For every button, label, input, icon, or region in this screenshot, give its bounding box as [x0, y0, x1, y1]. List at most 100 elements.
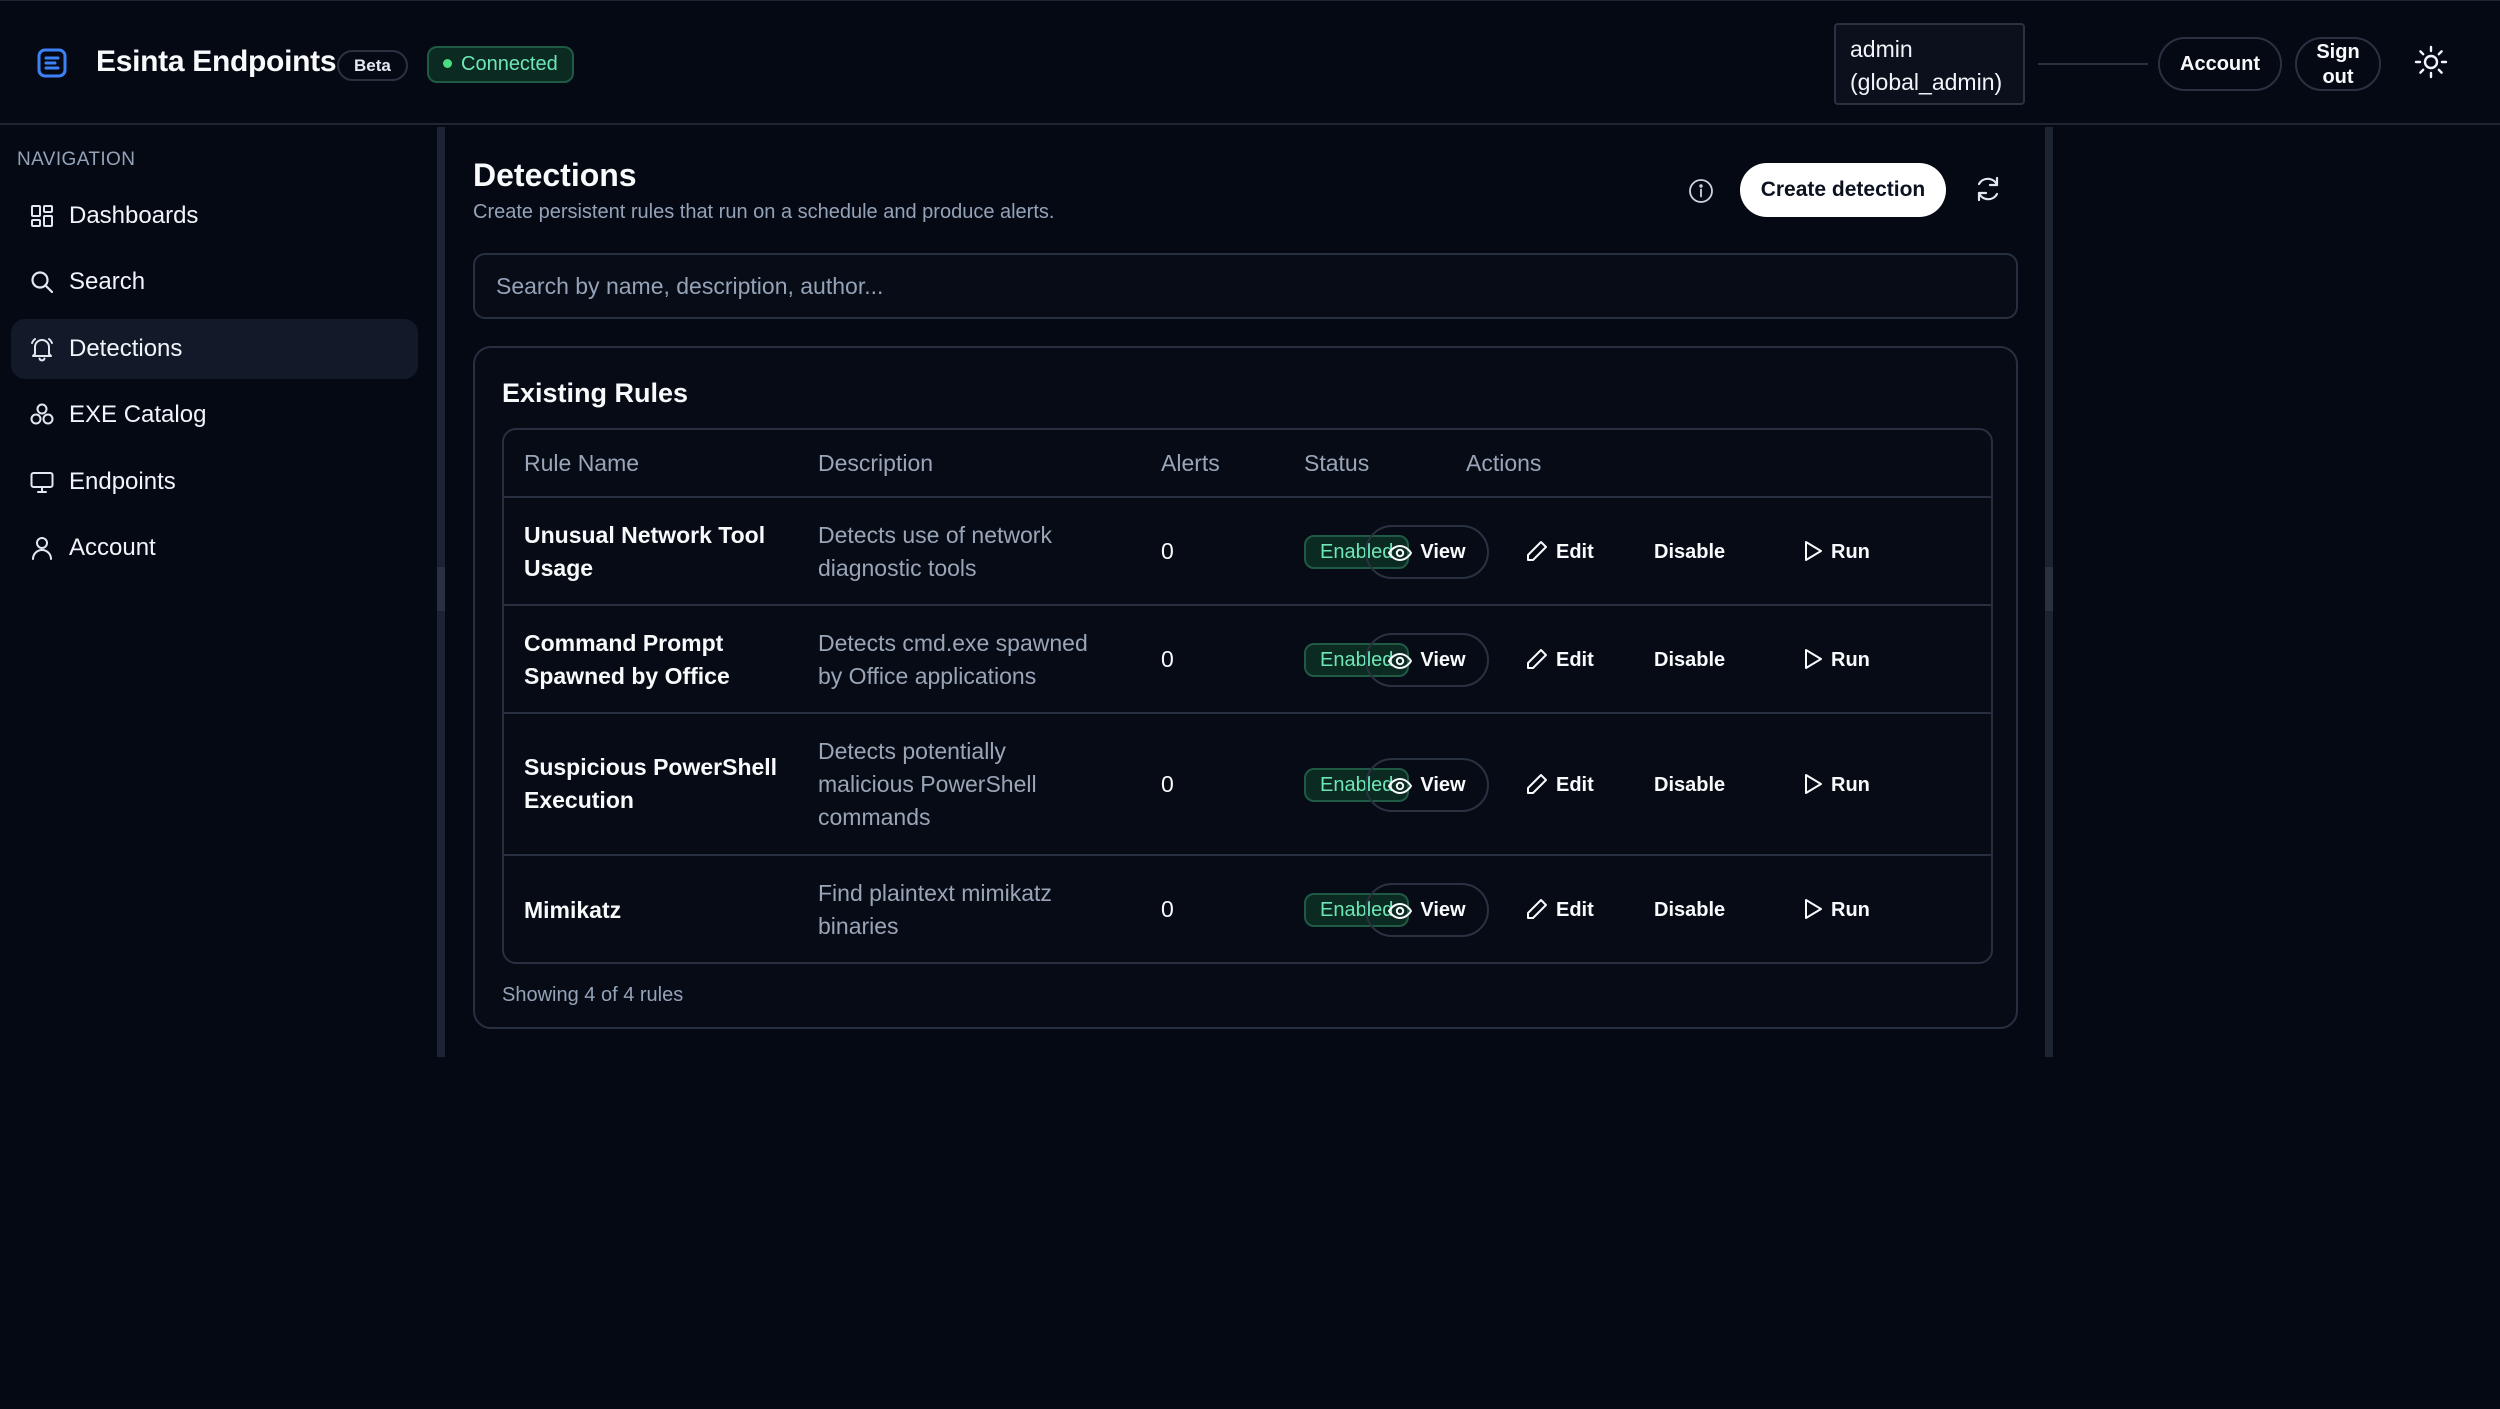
eye-icon [1388, 902, 1413, 919]
header-divider [2038, 63, 2148, 65]
run-button[interactable]: Run [1802, 645, 1870, 675]
play-icon [1805, 649, 1822, 669]
column-header-alerts[interactable]: Alerts [1161, 450, 1220, 477]
view-label: View [1420, 540, 1466, 563]
sidebar-item-label: Search [69, 268, 146, 295]
edit-button[interactable]: Edit [1525, 895, 1594, 925]
account-button[interactable]: Account [2158, 37, 2282, 91]
disable-button[interactable]: Disable [1654, 645, 1725, 675]
description-line: Detects potentially [818, 738, 1006, 764]
alert-count: 0 [1161, 646, 1174, 672]
rule-name[interactable]: Suspicious PowerShell Execution [524, 751, 794, 817]
eye-icon [1388, 777, 1413, 794]
sidebar-item-endpoints[interactable]: Endpoints [11, 452, 418, 512]
app-title: Esinta Endpoints [96, 45, 337, 78]
disable-button[interactable]: Disable [1654, 537, 1725, 567]
play-icon [1805, 774, 1822, 794]
view-button[interactable]: View [1365, 525, 1489, 579]
sidebar-item-detections[interactable]: Detections [11, 319, 418, 379]
table-row: Unusual Network Tool Usage Detects use o… [504, 498, 1991, 606]
disable-button[interactable]: Disable [1654, 895, 1725, 925]
create-detection-button[interactable]: Create detection [1740, 163, 1946, 217]
run-button[interactable]: Run [1802, 770, 1870, 800]
user-role: (global_admin) [1850, 69, 2003, 95]
description-line: malicious PowerShell [818, 771, 1037, 797]
view-label: View [1420, 648, 1466, 671]
info-icon[interactable] [1687, 177, 1715, 205]
run-button[interactable]: Run [1802, 537, 1870, 567]
top-header: Esinta Endpoints Beta Connected admin (g… [0, 0, 2500, 125]
sidebar-item-label: EXE Catalog [69, 401, 207, 428]
edit-button[interactable]: Edit [1525, 770, 1594, 800]
pencil-icon [1527, 649, 1547, 669]
rules-table: Rule Name Description Alerts Status Acti… [502, 428, 1993, 964]
sidebar-item-label: Detections [69, 335, 183, 362]
table-row: Mimikatz Find plaintext mimikatz binarie… [504, 856, 1991, 962]
edit-button[interactable]: Edit [1525, 537, 1594, 567]
run-label: Run [1831, 774, 1870, 796]
edit-label: Edit [1556, 541, 1594, 563]
monitor-icon [30, 472, 54, 493]
page-subtitle: Create persistent rules that run on a sc… [473, 201, 1055, 223]
alert-count: 0 [1161, 896, 1174, 922]
sidebar-item-search[interactable]: Search [11, 252, 418, 312]
user-name: admin [1850, 36, 1913, 62]
sidebar-item-label: Dashboards [69, 202, 199, 229]
nav-heading: NAVIGATION [17, 149, 136, 170]
rule-name[interactable]: Unusual Network Tool Usage [524, 519, 794, 585]
page-title: Detections [473, 157, 637, 193]
beta-badge: Beta [337, 50, 408, 81]
sidebar: NAVIGATION Dashboards Search Detections … [0, 127, 445, 1057]
rule-name-line: Spawned by Office [524, 663, 730, 689]
rules-search-input[interactable] [473, 253, 2018, 319]
user-icon [32, 537, 52, 560]
view-button[interactable]: View [1365, 633, 1489, 687]
alert-count: 0 [1161, 771, 1174, 797]
card-title: Existing Rules [502, 378, 689, 408]
edit-button[interactable]: Edit [1525, 645, 1594, 675]
status-dot-icon [443, 59, 452, 68]
column-header-rule-name[interactable]: Rule Name [524, 450, 639, 477]
view-label: View [1420, 898, 1466, 921]
connection-status-badge: Connected [427, 46, 574, 83]
pencil-icon [1527, 899, 1547, 919]
rules-count: Showing 4 of 4 rules [502, 984, 684, 1006]
column-header-status[interactable]: Status [1304, 450, 1369, 477]
eye-icon [1388, 652, 1413, 669]
user-identity-box: admin (global_admin) [1834, 23, 2025, 105]
view-button[interactable]: View [1365, 758, 1489, 812]
rule-name[interactable]: Command Prompt Spawned by Office [524, 627, 794, 693]
description-line: Detects use of network [818, 522, 1052, 548]
sidebar-resize-handle[interactable] [437, 127, 445, 1057]
rule-name-line: Unusual Network Tool [524, 522, 766, 548]
sign-out-label-line1: Sign [2316, 41, 2360, 63]
view-button[interactable]: View [1365, 883, 1489, 937]
main-resize-handle[interactable] [2045, 127, 2053, 1057]
run-label: Run [1831, 649, 1870, 671]
rule-name-line: Suspicious PowerShell [524, 754, 778, 780]
column-header-actions: Actions [1466, 450, 1542, 476]
sign-out-button[interactable]: Sign out [2295, 37, 2381, 91]
disable-button[interactable]: Disable [1654, 770, 1725, 800]
description-line: by Office applications [818, 663, 1037, 689]
run-label: Run [1831, 541, 1870, 563]
rule-name-line: Mimikatz [524, 897, 622, 923]
edit-label: Edit [1556, 899, 1594, 921]
refresh-icon[interactable] [1973, 174, 2003, 204]
connection-status-label: Connected [461, 53, 558, 75]
search-icon [31, 271, 54, 294]
description-line: binaries [818, 913, 899, 939]
esinta-logo-icon[interactable] [36, 47, 68, 79]
resize-grip[interactable] [437, 567, 445, 611]
sidebar-item-account[interactable]: Account [11, 518, 418, 578]
column-header-description[interactable]: Description [818, 450, 933, 477]
resize-grip[interactable] [2045, 567, 2053, 611]
pencil-icon [1527, 541, 1547, 561]
description-line: Detects cmd.exe spawned [818, 630, 1088, 656]
sun-icon[interactable] [2414, 45, 2448, 79]
rule-name[interactable]: Mimikatz [524, 894, 794, 927]
run-button[interactable]: Run [1802, 895, 1870, 925]
rule-description: Detects potentially malicious PowerShell… [818, 735, 1118, 834]
sidebar-item-exe-catalog[interactable]: EXE Catalog [11, 385, 418, 445]
sidebar-item-dashboards[interactable]: Dashboards [11, 186, 418, 246]
